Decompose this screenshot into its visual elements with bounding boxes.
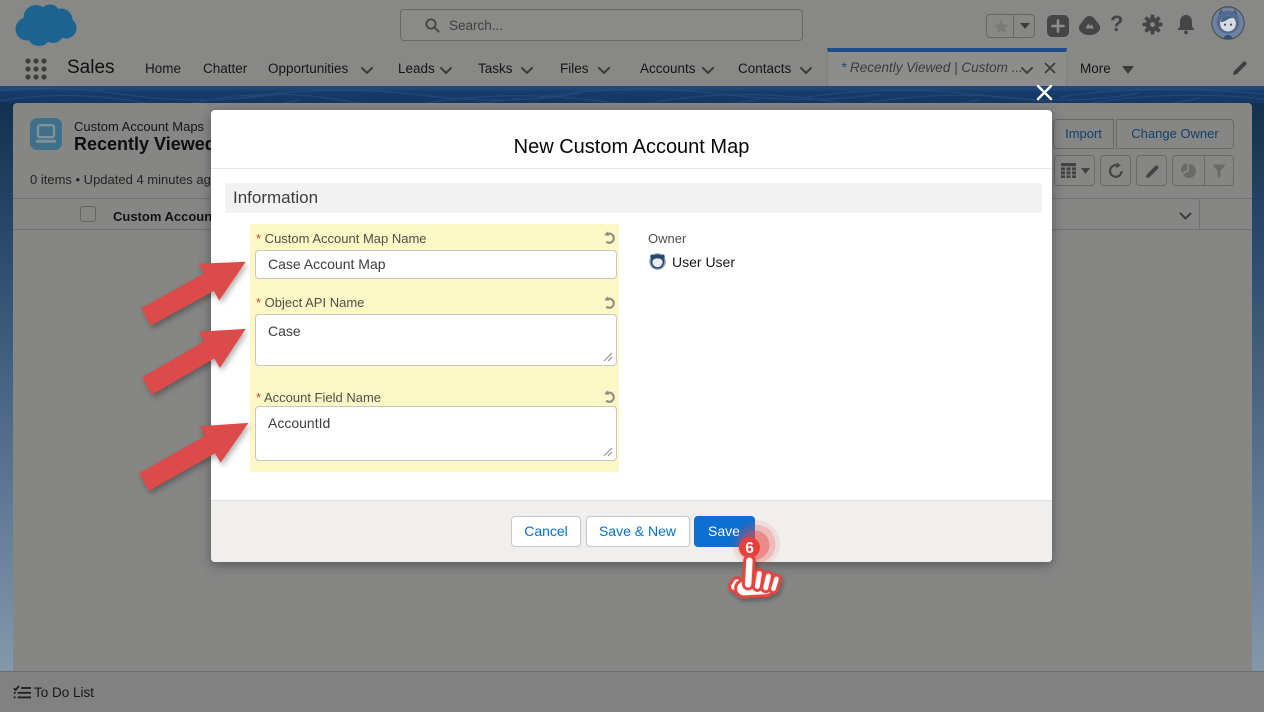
svg-text:6: 6 <box>745 540 754 557</box>
